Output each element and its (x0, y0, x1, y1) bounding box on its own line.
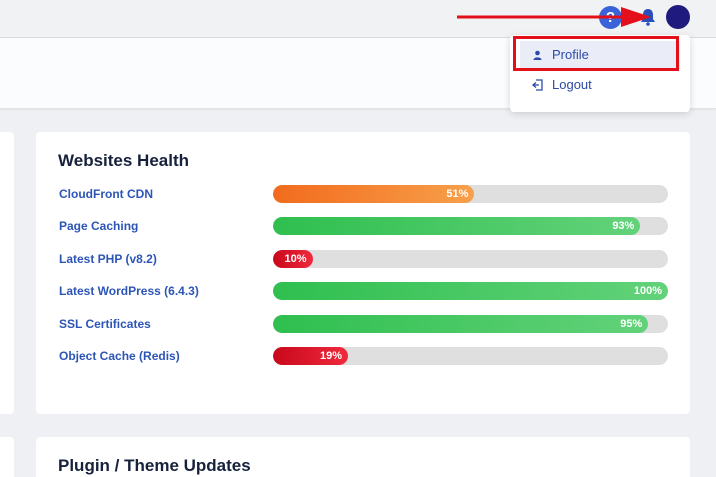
profile-menu-item[interactable]: Profile (520, 41, 680, 69)
plugin-updates-title: Plugin / Theme Updates (58, 456, 251, 475)
health-row-label[interactable]: Object Cache (Redis) (59, 347, 180, 365)
health-percent-label: 10% (284, 253, 307, 265)
health-progress-fill: 51% (273, 185, 475, 203)
health-percent-label: 93% (612, 220, 635, 232)
health-progress-track: 93% (273, 217, 668, 235)
websites-health-card: Websites Health CloudFront CDN 51% Page Ca… (36, 132, 690, 414)
left-card-lower (0, 437, 14, 477)
health-progress-track: 10% (273, 250, 668, 268)
logout-icon (530, 71, 544, 99)
health-row-label[interactable]: Latest WordPress (6.4.3) (59, 282, 199, 300)
health-progress-fill: 19% (273, 347, 349, 365)
health-progress-track: 51% (273, 185, 668, 203)
health-progress-fill: 95% (273, 315, 649, 333)
health-percent-label: 51% (446, 188, 469, 200)
red-arrow-annotation (457, 7, 651, 27)
logout-label: Logout (552, 77, 592, 92)
avatar[interactable] (666, 5, 690, 29)
profile-label: Profile (552, 47, 589, 62)
health-percent-label: 19% (320, 350, 343, 362)
health-progress-track: 95% (273, 315, 668, 333)
health-percent-label: 95% (620, 318, 643, 330)
health-progress-fill: 10% (273, 250, 313, 268)
health-progress-fill: 100% (273, 282, 668, 300)
user-icon (530, 41, 544, 69)
user-menu-dropdown: Profile Logout (510, 35, 690, 112)
health-row-label[interactable]: Page Caching (59, 217, 138, 235)
health-percent-label: 100% (633, 285, 662, 297)
plugin-updates-card: Plugin / Theme Updates (36, 437, 690, 477)
logout-menu-item[interactable]: Logout (520, 71, 680, 99)
health-row-label[interactable]: CloudFront CDN (59, 185, 153, 203)
health-progress-track: 100% (273, 282, 668, 300)
health-row-label[interactable]: Latest PHP (v8.2) (59, 250, 157, 268)
health-row-label[interactable]: SSL Certificates (59, 315, 151, 333)
websites-health-title: Websites Health (58, 151, 190, 170)
health-progress-fill: 93% (273, 217, 641, 235)
left-card (0, 132, 14, 414)
health-progress-track: 19% (273, 347, 668, 365)
